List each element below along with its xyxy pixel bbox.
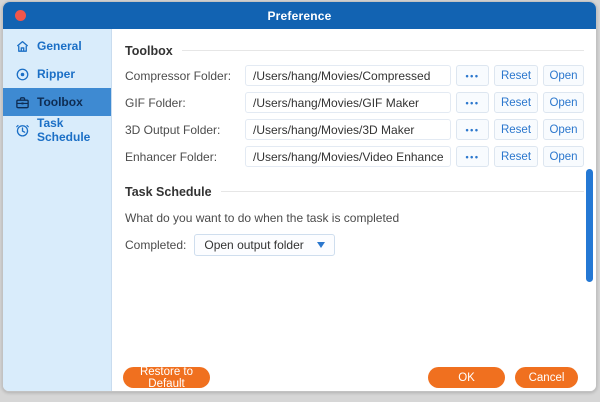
toolbox-section-title: Toolbox (125, 44, 173, 58)
compressor-folder-row: Compressor Folder: ••• Reset Open (125, 65, 584, 86)
sidebar: General Ripper (3, 29, 112, 391)
cancel-button[interactable]: Cancel (515, 367, 578, 388)
3d-output-folder-label: 3D Output Folder: (125, 123, 245, 137)
main-area: General Ripper (3, 29, 596, 391)
section-divider (182, 50, 584, 51)
enhancer-folder-row: Enhancer Folder: ••• Reset Open (125, 146, 584, 167)
gif-browse-button[interactable]: ••• (456, 92, 489, 113)
compressor-browse-button[interactable]: ••• (456, 65, 489, 86)
completed-action-select[interactable]: Open output folder (194, 234, 334, 256)
completed-label: Completed: (125, 238, 186, 252)
sidebar-item-label: General (37, 39, 82, 53)
toolbox-icon (15, 95, 30, 110)
content-panel: Toolbox Compressor Folder: ••• Reset Ope… (112, 29, 596, 391)
vertical-scrollbar-thumb[interactable] (586, 169, 593, 282)
compressor-folder-label: Compressor Folder: (125, 69, 245, 83)
completed-action-value: Open output folder (204, 238, 303, 252)
sidebar-item-ripper[interactable]: Ripper (3, 60, 111, 88)
ok-button[interactable]: OK (428, 367, 505, 388)
compressor-open-button[interactable]: Open (543, 65, 584, 86)
enhancer-folder-label: Enhancer Folder: (125, 150, 245, 164)
3d-browse-button[interactable]: ••• (456, 119, 489, 140)
sidebar-item-toolbox[interactable]: Toolbox (3, 88, 111, 116)
gif-open-button[interactable]: Open (543, 92, 584, 113)
task-schedule-section-title: Task Schedule (125, 185, 212, 199)
3d-reset-button[interactable]: Reset (494, 119, 538, 140)
gif-folder-input[interactable] (245, 92, 451, 113)
completed-row: Completed: Open output folder (125, 234, 584, 256)
sidebar-item-task-schedule[interactable]: Task Schedule (3, 116, 111, 144)
chevron-down-icon (317, 242, 325, 248)
task-schedule-description: What do you want to do when the task is … (125, 211, 584, 225)
sidebar-item-label: Toolbox (37, 95, 83, 109)
sidebar-item-label: Ripper (37, 67, 75, 81)
title-bar: Preference (3, 2, 596, 29)
enhancer-browse-button[interactable]: ••• (456, 146, 489, 167)
3d-output-folder-row: 3D Output Folder: ••• Reset Open (125, 119, 584, 140)
gif-folder-label: GIF Folder: (125, 96, 245, 110)
task-schedule-section-header: Task Schedule (125, 183, 584, 200)
3d-open-button[interactable]: Open (543, 119, 584, 140)
clock-icon (15, 123, 30, 138)
sidebar-item-label: Task Schedule (37, 116, 111, 144)
close-button[interactable] (15, 10, 26, 21)
home-icon (15, 39, 30, 54)
disc-icon (15, 67, 30, 82)
compressor-folder-input[interactable] (245, 65, 451, 86)
gif-reset-button[interactable]: Reset (494, 92, 538, 113)
enhancer-open-button[interactable]: Open (543, 146, 584, 167)
window-title: Preference (267, 9, 331, 23)
toolbox-section-header: Toolbox (125, 42, 584, 59)
enhancer-reset-button[interactable]: Reset (494, 146, 538, 167)
restore-to-default-button[interactable]: Restore to Default (123, 367, 210, 388)
enhancer-folder-input[interactable] (245, 146, 451, 167)
3d-output-folder-input[interactable] (245, 119, 451, 140)
compressor-reset-button[interactable]: Reset (494, 65, 538, 86)
gif-folder-row: GIF Folder: ••• Reset Open (125, 92, 584, 113)
preference-window: Preference General (2, 1, 597, 392)
sidebar-item-general[interactable]: General (3, 32, 111, 60)
section-divider (221, 191, 584, 192)
